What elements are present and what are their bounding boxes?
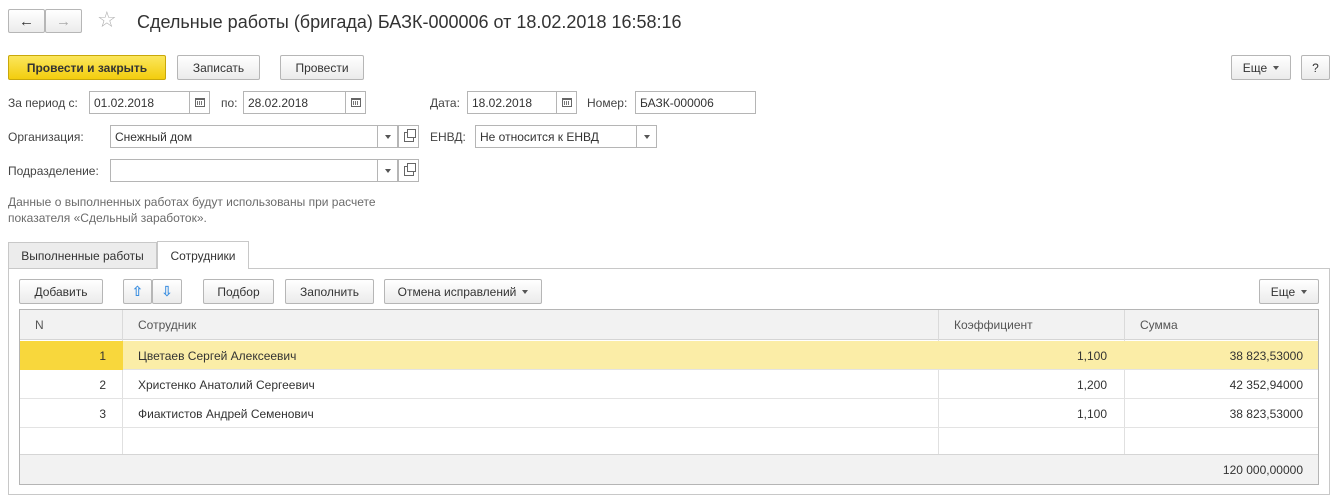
row-number: 2: [99, 377, 106, 392]
column-header-sum[interactable]: Сумма: [1125, 310, 1318, 340]
row-coefficient: 1,100: [1076, 406, 1107, 421]
organization-open-button[interactable]: [398, 125, 419, 148]
page-title: Сдельные работы (бригада) БАЗК-000006 от…: [137, 12, 682, 32]
open-icon: [403, 128, 416, 142]
calendar-icon: [561, 98, 572, 107]
hint-line-1: Данные о выполненных работах будут испол…: [8, 195, 376, 209]
row-coefficient: 1,200: [1076, 377, 1107, 392]
more-label: Еще: [1242, 60, 1268, 75]
column-header-coefficient[interactable]: Коэффициент: [939, 310, 1125, 340]
period-from-label: За период с:: [8, 96, 78, 110]
table-row[interactable]: 2 Христенко Анатолий Сергеевич 1,200 42 …: [20, 370, 1318, 399]
department-dropdown-button[interactable]: [377, 159, 398, 182]
add-button[interactable]: Добавить: [19, 279, 103, 304]
column-header-employee[interactable]: Сотрудник: [123, 310, 939, 340]
chevron-down-icon: [384, 168, 391, 173]
chevron-down-icon: [1301, 289, 1308, 294]
period-to-label: по:: [221, 96, 238, 110]
open-icon: [403, 162, 416, 176]
row-number: 3: [99, 406, 106, 421]
row-employee: Фиактистов Андрей Семенович: [138, 406, 314, 421]
tab-completed-works[interactable]: Выполненные работы: [8, 242, 157, 269]
cancel-corrections-label: Отмена исправлений: [397, 284, 517, 299]
table-row[interactable]: 1 Цветаев Сергей Алексеевич 1,100 38 823…: [20, 341, 1318, 370]
calendar-icon: [194, 98, 205, 107]
arrow-right-icon: →: [56, 12, 71, 30]
row-sum: 38 823,53000: [1229, 348, 1303, 363]
post-and-close-button[interactable]: Провести и закрыть: [8, 55, 166, 80]
tab-employees[interactable]: Сотрудники: [157, 241, 249, 269]
move-down-button[interactable]: ⇩: [152, 279, 182, 304]
star-icon[interactable]: ☆: [97, 7, 117, 33]
organization-field[interactable]: Снежный дом: [110, 125, 378, 148]
number-label: Номер:: [587, 96, 628, 110]
chevron-down-icon: [522, 289, 529, 294]
employees-table: N Сотрудник Коэффициент Сумма 1 Цветаев …: [19, 309, 1319, 485]
forward-button[interactable]: →: [45, 9, 82, 33]
more-button[interactable]: Еще: [1231, 55, 1291, 80]
date-calendar-button[interactable]: [556, 91, 577, 114]
tab-joint: [158, 267, 248, 269]
total-sum: 120 000,00000: [1222, 463, 1303, 477]
period-to-calendar-button[interactable]: [345, 91, 366, 114]
row-coefficient: 1,100: [1076, 348, 1107, 363]
calendar-icon: [350, 98, 361, 107]
arrow-up-icon: ⇧: [131, 283, 144, 299]
date-field[interactable]: 18.02.2018: [467, 91, 557, 114]
envd-label: ЕНВД:: [430, 130, 466, 144]
organization-dropdown-button[interactable]: [377, 125, 398, 148]
arrow-left-icon: ←: [19, 12, 34, 30]
column-header-n[interactable]: N: [20, 310, 123, 340]
date-label: Дата:: [430, 96, 460, 110]
chevron-down-icon: [643, 134, 650, 139]
department-field[interactable]: [110, 159, 378, 182]
cancel-corrections-button[interactable]: Отмена исправлений: [384, 279, 542, 304]
table-more-button[interactable]: Еще: [1259, 279, 1319, 304]
help-button[interactable]: ?: [1301, 55, 1330, 80]
fill-button[interactable]: Заполнить: [285, 279, 374, 304]
period-to-field[interactable]: 28.02.2018: [243, 91, 346, 114]
envd-field[interactable]: Не относится к ЕНВД: [475, 125, 637, 148]
period-from-calendar-button[interactable]: [189, 91, 210, 114]
table-more-label: Еще: [1270, 284, 1296, 299]
chevron-down-icon: [1273, 65, 1280, 70]
row-employee: Христенко Анатолий Сергеевич: [138, 377, 315, 392]
period-from-field[interactable]: 01.02.2018: [89, 91, 190, 114]
back-button[interactable]: ←: [8, 9, 45, 33]
table-footer: 120 000,00000: [20, 454, 1318, 484]
department-label: Подразделение:: [8, 164, 99, 178]
number-field[interactable]: БАЗК-000006: [635, 91, 756, 114]
arrow-down-icon: ⇩: [161, 283, 173, 299]
department-open-button[interactable]: [398, 159, 419, 182]
chevron-down-icon: [384, 134, 391, 139]
organization-label: Организация:: [8, 130, 84, 144]
table-row[interactable]: 3 Фиактистов Андрей Семенович 1,100 38 8…: [20, 399, 1318, 428]
envd-dropdown-button[interactable]: [636, 125, 657, 148]
row-employee: Цветаев Сергей Алексеевич: [138, 348, 297, 363]
save-button[interactable]: Записать: [177, 55, 260, 80]
row-number: 1: [99, 348, 106, 363]
post-button[interactable]: Провести: [280, 55, 364, 80]
row-sum: 38 823,53000: [1229, 406, 1303, 421]
row-sum: 42 352,94000: [1229, 377, 1303, 392]
move-up-button[interactable]: ⇧: [123, 279, 152, 304]
hint-line-2: показателя «Сдельный заработок».: [8, 211, 207, 225]
pick-button[interactable]: Подбор: [203, 279, 274, 304]
table-header: N Сотрудник Коэффициент Сумма: [20, 310, 1318, 340]
